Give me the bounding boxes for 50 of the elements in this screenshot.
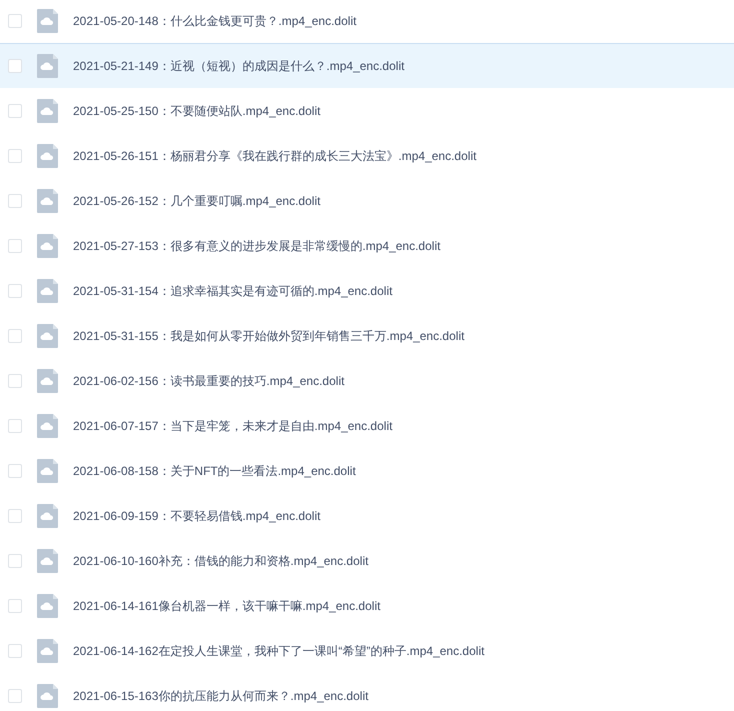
- checkbox[interactable]: [8, 644, 22, 658]
- file-name[interactable]: 2021-05-26-152：几个重要叮嘱.mp4_enc.dolit: [73, 192, 320, 210]
- cloud-file-icon: [37, 549, 58, 573]
- cloud-file-icon: [37, 369, 58, 393]
- file-row[interactable]: 2021-05-21-149：近视（短视）的成因是什么？.mp4_enc.dolit: [0, 43, 734, 89]
- checkbox[interactable]: [8, 59, 22, 73]
- checkbox[interactable]: [8, 194, 22, 208]
- file-name[interactable]: 2021-05-20-148：什么比金钱更可贵？.mp4_enc.dolit: [73, 12, 356, 30]
- cloud-file-icon: [37, 639, 58, 663]
- file-name[interactable]: 2021-06-14-162在定投人生课堂，我种下了一课叫“希望”的种子.mp4_enc.dolit: [73, 642, 484, 660]
- file-name[interactable]: 2021-06-07-157：当下是牢笼，未来才是自由.mp4_enc.dolit: [73, 418, 392, 434]
- cloud-file-icon: [37, 594, 58, 618]
- cloud-file-icon: [37, 279, 58, 303]
- checkbox[interactable]: [8, 149, 22, 163]
- file-name[interactable]: 2021-05-31-154：追求幸福其实是有迹可循的.mp4_enc.dolit: [73, 282, 392, 300]
- file-name[interactable]: 2021-06-08-158：关于NFT的一些看法.mp4_enc.dolit: [73, 462, 356, 480]
- file-row[interactable]: 2021-06-15-163你的抗压能力从何而来？.mp4_enc.dolit: [0, 673, 734, 711]
- cloud-file-icon: [37, 144, 58, 168]
- checkbox[interactable]: [8, 14, 22, 28]
- file-name[interactable]: 2021-05-31-155：我是如何从零开始做外贸到年销售三千万.mp4_enc.dolit: [73, 328, 464, 344]
- cloud-file-icon: [37, 99, 58, 123]
- cloud-file-icon: [37, 54, 58, 78]
- file-name[interactable]: 2021-06-15-163你的抗压能力从何而来？.mp4_enc.dolit: [73, 688, 368, 704]
- checkbox[interactable]: [8, 104, 22, 118]
- checkbox[interactable]: [8, 689, 22, 703]
- file-name[interactable]: 2021-05-25-150：不要随便站队.mp4_enc.dolit: [73, 102, 320, 120]
- cloud-file-icon: [37, 504, 58, 528]
- file-name[interactable]: 2021-06-14-161像台机器一样，该干嘛干嘛.mp4_enc.dolit: [73, 598, 380, 614]
- checkbox[interactable]: [8, 509, 22, 523]
- checkbox[interactable]: [8, 599, 22, 613]
- cloud-file-icon: [37, 324, 58, 348]
- file-name[interactable]: 2021-06-09-159：不要轻易借钱.mp4_enc.dolit: [73, 508, 320, 524]
- checkbox[interactable]: [8, 464, 22, 478]
- checkbox[interactable]: [8, 374, 22, 388]
- cloud-file-icon: [37, 234, 58, 258]
- cloud-file-icon: [37, 684, 58, 708]
- file-name[interactable]: 2021-05-26-151：杨丽君分享《我在践行群的成长三大法宝》.mp4_enc.dolit: [73, 148, 476, 164]
- checkbox[interactable]: [8, 284, 22, 298]
- cloud-file-icon: [37, 9, 58, 33]
- checkbox[interactable]: [8, 329, 22, 343]
- checkbox[interactable]: [8, 554, 22, 568]
- cloud-file-icon: [37, 414, 58, 438]
- checkbox[interactable]: [8, 239, 22, 253]
- file-name[interactable]: 2021-06-02-156：读书最重要的技巧.mp4_enc.dolit: [73, 372, 344, 390]
- cloud-file-icon: [37, 459, 58, 483]
- cloud-file-icon: [37, 189, 58, 213]
- file-name[interactable]: 2021-05-27-153：很多有意义的进步发展是非常缓慢的.mp4_enc.dolit: [73, 238, 440, 254]
- file-name[interactable]: 2021-06-10-160补充：借钱的能力和资格.mp4_enc.dolit: [73, 552, 368, 570]
- checkbox[interactable]: [8, 419, 22, 433]
- file-name[interactable]: 2021-05-21-149：近视（短视）的成因是什么？.mp4_enc.dolit: [73, 58, 404, 74]
